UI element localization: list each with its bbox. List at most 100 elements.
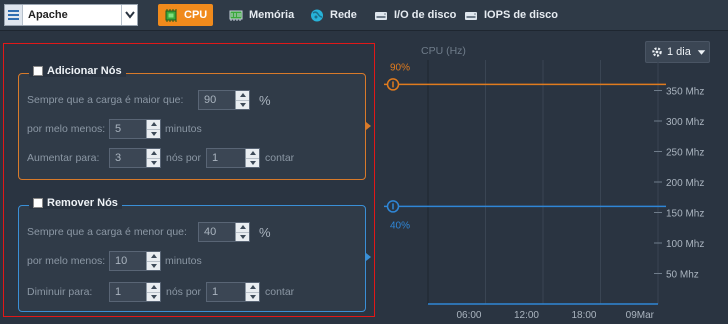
toolbar: Apache CPU Memória Rede I/O de disco IOP…: [0, 0, 728, 31]
chart-grid: [427, 60, 662, 304]
add-nodes-checkbox[interactable]: [33, 66, 43, 76]
y-tick-label: 300 Mhz: [666, 117, 704, 128]
add-load-stepper[interactable]: 90: [198, 90, 250, 110]
add-duration-value[interactable]: 5: [110, 123, 146, 135]
list-icon: [5, 5, 23, 25]
remove-count-unit: contar: [265, 286, 295, 298]
gear-icon: [652, 47, 662, 57]
add-load-row: Sempre que a carga é maior que: 90 %: [27, 90, 271, 110]
chart-title: CPU (Hz): [421, 45, 466, 57]
add-increase-label: Aumentar para:: [27, 152, 100, 164]
remove-load-value[interactable]: 40: [199, 226, 235, 238]
add-count-value[interactable]: 1: [207, 152, 245, 164]
add-nodes-title: Adicionar Nós: [47, 65, 122, 77]
threshold-label: 90%: [390, 62, 410, 73]
autoscale-settings-panel: Adicionar Nós Sempre que a carga é maior…: [3, 43, 375, 317]
remove-duration-unit: minutos: [165, 255, 202, 267]
add-increase-value[interactable]: 3: [110, 152, 146, 164]
remove-nodes-header[interactable]: Remover Nós: [29, 197, 122, 209]
increment-button[interactable]: [147, 149, 160, 158]
remove-count-value[interactable]: 1: [207, 286, 245, 298]
tab-label: IOPS de disco: [484, 9, 558, 21]
remove-load-unit: %: [259, 224, 271, 240]
add-duration-unit: minutos: [165, 123, 202, 135]
connector-arrow: [366, 253, 371, 261]
tab-memory[interactable]: Memória: [223, 4, 300, 26]
add-nodes-per-label: nós por: [166, 152, 202, 164]
remove-duration-row: por melo menos: 10 minutos: [27, 251, 202, 271]
memory-icon: [229, 10, 243, 21]
increment-button[interactable]: [147, 120, 160, 129]
add-load-value[interactable]: 90: [199, 94, 235, 106]
add-increase-row: Aumentar para: 3 nós por 1 contar: [27, 148, 294, 168]
add-nodes-header[interactable]: Adicionar Nós: [29, 65, 126, 77]
y-tick-label: 200 Mhz: [666, 178, 704, 189]
decrement-button[interactable]: [147, 291, 160, 302]
disk-icon: [465, 11, 477, 20]
remove-load-stepper[interactable]: 40: [198, 222, 250, 242]
remove-duration-value[interactable]: 10: [110, 255, 146, 267]
increment-button[interactable]: [236, 91, 249, 100]
add-duration-stepper[interactable]: 5: [109, 119, 161, 139]
threshold-label: 40%: [390, 220, 410, 231]
decrement-button[interactable]: [147, 157, 160, 168]
y-axis-ticks: 350 Mhz 300 Mhz 250 Mhz 200 Mhz 150 Mhz 100 M…: [666, 87, 704, 281]
decrement-button[interactable]: [246, 291, 259, 302]
tab-label: Rede: [330, 9, 357, 21]
remove-duration-label: por melo menos:: [27, 255, 106, 267]
increment-button[interactable]: [147, 252, 160, 261]
add-increase-stepper[interactable]: 3: [109, 148, 161, 168]
period-value: 1 dia: [667, 46, 691, 58]
remove-nodes-checkbox[interactable]: [33, 198, 43, 208]
add-count-stepper[interactable]: 1: [206, 148, 260, 168]
increment-button[interactable]: [236, 223, 249, 232]
chevron-down-icon[interactable]: [121, 5, 137, 25]
app-select[interactable]: Apache: [4, 4, 138, 26]
y-tick-label: 100 Mhz: [666, 239, 704, 250]
cpu-icon: [165, 8, 177, 22]
cpu-chart: 90% 40% 350 Mhz 300 Mhz 250 Mhz 200 Mhz 150 M…: [384, 60, 704, 321]
tab-cpu[interactable]: CPU: [158, 4, 214, 26]
remove-count-stepper[interactable]: 1: [206, 282, 260, 302]
increment-button[interactable]: [246, 283, 259, 292]
add-nodes-group: Adicionar Nós Sempre que a carga é maior…: [18, 65, 371, 180]
decrement-button[interactable]: [147, 128, 160, 139]
remove-load-row: Sempre que a carga é menor que: 40 %: [27, 222, 271, 242]
remove-duration-stepper[interactable]: 10: [109, 251, 161, 271]
chevron-down-icon: [697, 49, 706, 55]
remove-nodes-title: Remover Nós: [47, 197, 118, 209]
remove-decrease-stepper[interactable]: 1: [109, 282, 161, 302]
tab-label: Memória: [249, 9, 295, 21]
network-icon: [311, 9, 323, 21]
app-select-value: Apache: [28, 9, 68, 21]
connector-arrow: [366, 122, 371, 130]
decrement-button[interactable]: [236, 231, 249, 242]
y-tick-label: 150 Mhz: [666, 209, 704, 220]
x-tick-label: 18:00: [571, 310, 596, 321]
add-duration-label: por melo menos:: [27, 123, 106, 135]
disk-icon: [375, 11, 387, 20]
y-tick-label: 50 Mhz: [666, 270, 699, 281]
decrement-button[interactable]: [246, 157, 259, 168]
decrement-button[interactable]: [147, 260, 160, 271]
remove-decrease-row: Diminuir para: 1 nós por 1 contar: [27, 282, 294, 302]
tab-disk-io[interactable]: I/O de disco: [368, 4, 462, 26]
tab-network[interactable]: Rede: [304, 4, 363, 26]
increment-button[interactable]: [147, 283, 160, 292]
add-load-label: Sempre que a carga é maior que:: [27, 94, 184, 106]
x-tick-label: 12:00: [514, 310, 539, 321]
remove-decrease-value[interactable]: 1: [110, 286, 146, 298]
x-tick-label: 06:00: [456, 310, 481, 321]
remove-load-label: Sempre que a carga é menor que:: [27, 226, 187, 238]
tab-label: I/O de disco: [394, 9, 457, 21]
increment-button[interactable]: [246, 149, 259, 158]
tab-disk-iops[interactable]: IOPS de disco: [458, 4, 564, 26]
decrement-button[interactable]: [236, 99, 249, 110]
remove-decrease-label: Diminuir para:: [27, 286, 93, 298]
y-tick-label: 350 Mhz: [666, 87, 704, 98]
remove-nodes-group: Remover Nós Sempre que a carga é menor q…: [18, 197, 371, 312]
add-count-unit: contar: [265, 152, 295, 164]
threshold-layer: 90% 40%: [384, 62, 666, 231]
add-duration-row: por melo menos: 5 minutos: [27, 119, 202, 139]
x-tick-label: 09Mar: [626, 310, 655, 321]
